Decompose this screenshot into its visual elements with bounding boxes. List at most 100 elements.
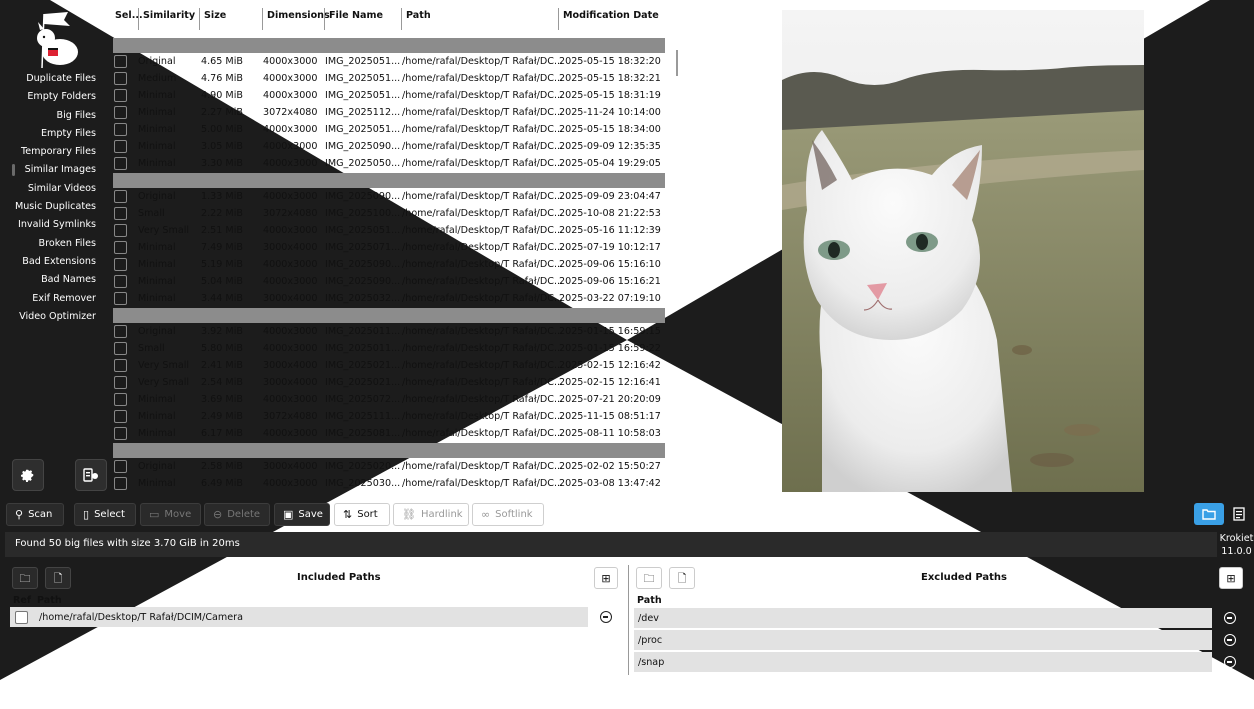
table-row[interactable]: Minimal 7.49 MiB 3000x4000 IMG_2025071.../h…	[113, 240, 665, 257]
row-checkbox[interactable]	[114, 292, 127, 305]
row-checkbox[interactable]	[114, 72, 127, 85]
table-row[interactable]: Minimal 4.90 MiB 4000x3000 IMG_2025051.../h…	[113, 88, 665, 105]
table-row[interactable]: Very Small 2.51 MiB 4000x3000 IMG_2025051..…	[113, 223, 665, 240]
sidebar-item-video-optimizer[interactable]: Video Optimizer	[0, 308, 118, 326]
table-row[interactable]: Minimal 3.44 MiB 3000x4000 IMG_2025032.../h…	[113, 291, 665, 308]
row-checkbox[interactable]	[114, 393, 127, 406]
row-checkbox[interactable]	[114, 342, 127, 355]
table-row[interactable]: Minimal 3.69 MiB 4000x3000 IMG_2025072.../h…	[113, 392, 665, 409]
remove-excluded-path-button[interactable]	[1216, 630, 1244, 650]
row-checkbox[interactable]	[114, 258, 127, 271]
hardlink-button[interactable]: ⛓ Hardlink	[393, 503, 469, 526]
table-row[interactable]: Minimal 6.49 MiB 4000x3000 IMG_2025030.../h…	[113, 476, 665, 493]
select-button[interactable]: ▯ Select	[74, 503, 136, 526]
remove-included-path-button[interactable]	[592, 607, 620, 627]
row-checkbox[interactable]	[114, 477, 127, 490]
column-header-modification-date[interactable]: Modification Date	[563, 10, 659, 24]
table-row[interactable]: Original 2.58 MiB 3000x4000 IMG_2025020... /…	[113, 459, 665, 476]
row-checkbox[interactable]	[114, 89, 127, 102]
table-row[interactable]: Small 5.80 MiB 4000x3000 IMG_2025011.../hom…	[113, 341, 665, 358]
row-checkbox[interactable]	[114, 157, 127, 170]
table-row[interactable]: Original 1.33 MiB 4000x3000 IMG_2025090... /…	[113, 189, 665, 206]
add-included-file-button[interactable]: 🗋	[45, 567, 71, 589]
column-divider[interactable]	[324, 8, 325, 30]
row-checkbox[interactable]	[114, 140, 127, 153]
table-row[interactable]: Original 4.65 MiB 4000x3000 IMG_2025051... /…	[113, 54, 665, 71]
table-row[interactable]: Small 2.22 MiB 3072x4080 IMG_2025100.../hom…	[113, 206, 665, 223]
remove-excluded-path-button[interactable]	[1216, 652, 1244, 672]
softlink-button[interactable]: ∞ Softlink	[472, 503, 544, 526]
row-checkbox[interactable]	[114, 325, 127, 338]
row-checkbox[interactable]	[114, 359, 127, 372]
move-button[interactable]: ▭ Move	[140, 503, 201, 526]
row-checkbox[interactable]	[114, 123, 127, 136]
row-checkbox[interactable]	[114, 275, 127, 288]
row-checkbox[interactable]	[114, 55, 127, 68]
column-divider[interactable]	[401, 8, 402, 30]
table-scrollbar[interactable]	[676, 50, 678, 76]
included-manual-add-button[interactable]: ⊞	[594, 567, 618, 589]
sidebar-item-temporary-files[interactable]: Temporary Files	[0, 143, 118, 161]
column-header-file-name[interactable]: File Name	[329, 10, 383, 24]
included-path-row[interactable]: /home/rafal/Desktop/T Rafał/DCIM/Camera	[10, 607, 588, 627]
excluded-manual-add-button[interactable]: ⊞	[1219, 567, 1243, 589]
table-row[interactable]: Very Small 2.41 MiB 3000x4000 IMG_2025021..…	[113, 358, 665, 375]
table-row[interactable]: Minimal 5.00 MiB 4000x3000 IMG_2025051.../h…	[113, 122, 665, 139]
row-checkbox[interactable]	[114, 460, 127, 473]
add-excluded-folder-button[interactable]: 🗀	[636, 567, 662, 589]
table-row[interactable]: Original 3.92 MiB 4000x3000 IMG_2025011... /…	[113, 324, 665, 341]
table-row[interactable]: Minimal 6.17 MiB 4000x3000 IMG_2025081.../h…	[113, 426, 665, 443]
column-header-dimensions[interactable]: Dimensions	[267, 10, 330, 24]
excluded-path-row[interactable]: /dev	[634, 608, 1212, 628]
excluded-path-row[interactable]: /snap	[634, 652, 1212, 672]
row-checkbox[interactable]	[114, 410, 127, 423]
excluded-path-row[interactable]: /proc	[634, 630, 1212, 650]
row-checkbox[interactable]	[114, 376, 127, 389]
sort-button[interactable]: ⇅ Sort	[334, 503, 390, 526]
row-checkbox[interactable]	[114, 190, 127, 203]
table-row[interactable]: Minimal 5.04 MiB 4000x3000 IMG_2025090.../h…	[113, 274, 665, 291]
folder-view-button[interactable]	[1194, 503, 1224, 525]
delete-button[interactable]: ⊖ Delete	[204, 503, 270, 526]
sidebar-item-duplicate-files[interactable]: Duplicate Files	[0, 70, 118, 88]
table-row[interactable]: Medium 4.76 MiB 4000x3000 IMG_2025051.../ho…	[113, 71, 665, 88]
add-excluded-file-button[interactable]: 🗋	[669, 567, 695, 589]
sidebar-item-music-duplicates[interactable]: Music Duplicates	[0, 198, 118, 216]
row-checkbox[interactable]	[114, 427, 127, 440]
panel-divider[interactable]	[628, 565, 629, 675]
scan-button[interactable]: ⚲ Scan	[6, 503, 64, 526]
table-row[interactable]: Minimal 3.05 MiB 4000x3000 IMG_2025090.../h…	[113, 139, 665, 156]
column-header-path[interactable]: Path	[406, 10, 431, 24]
file-list-view-button[interactable]	[1229, 503, 1249, 525]
column-divider[interactable]	[199, 8, 200, 30]
column-divider[interactable]	[262, 8, 263, 30]
sidebar-item-broken-files[interactable]: Broken Files	[0, 235, 118, 253]
sidebar-item-big-files[interactable]: Big Files	[0, 107, 118, 125]
table-row[interactable]: Minimal 3.30 MiB 4000x3000 IMG_2025050.../h…	[113, 156, 665, 173]
sidebar-item-similar-videos[interactable]: Similar Videos	[0, 180, 118, 198]
column-divider[interactable]	[138, 8, 139, 30]
sidebar-item-exif-remover[interactable]: Exif Remover	[0, 290, 118, 308]
table-row[interactable]: Minimal 2.27 MiB 3072x4080 IMG_2025112.../h…	[113, 105, 665, 122]
sidebar-item-similar-images[interactable]: Similar Images	[0, 161, 118, 179]
row-checkbox[interactable]	[114, 106, 127, 119]
sidebar-item-empty-folders[interactable]: Empty Folders	[0, 88, 118, 106]
ref-checkbox[interactable]	[15, 611, 28, 624]
row-checkbox[interactable]	[114, 207, 127, 220]
sidebar-item-empty-files[interactable]: Empty Files	[0, 125, 118, 143]
column-header-size[interactable]: Size	[204, 10, 226, 24]
add-included-folder-button[interactable]: 🗀	[12, 567, 38, 589]
sidebar-item-invalid-symlinks[interactable]: Invalid Symlinks	[0, 216, 118, 234]
row-checkbox[interactable]	[114, 224, 127, 237]
sidebar-item-bad-extensions[interactable]: Bad Extensions	[0, 253, 118, 271]
table-row[interactable]: Minimal 2.49 MiB 3072x4080 IMG_2025111.../h…	[113, 409, 665, 426]
row-checkbox[interactable]	[114, 241, 127, 254]
table-row[interactable]: Minimal 5.19 MiB 4000x3000 IMG_2025090.../h…	[113, 257, 665, 274]
table-row[interactable]: Very Small 2.54 MiB 3000x4000 IMG_2025021..…	[113, 375, 665, 392]
about-button[interactable]	[75, 459, 107, 491]
save-button[interactable]: ▣ Save	[274, 503, 330, 526]
remove-excluded-path-button[interactable]	[1216, 608, 1244, 628]
settings-button[interactable]	[12, 459, 44, 491]
sidebar-item-bad-names[interactable]: Bad Names	[0, 271, 118, 289]
column-header-similarity[interactable]: Similarity	[143, 10, 195, 24]
